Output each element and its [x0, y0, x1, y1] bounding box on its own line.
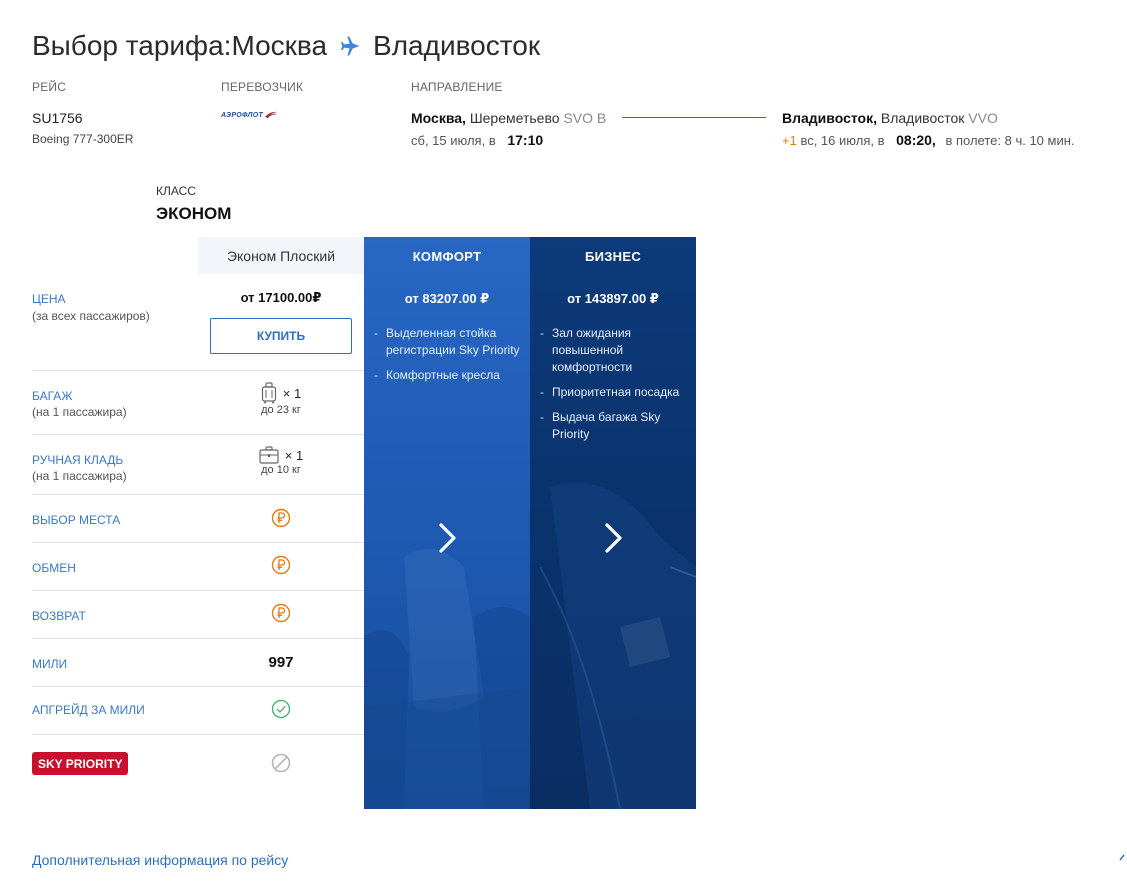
comfort-title: КОМФОРТ [412, 249, 482, 264]
title-prefix: Выбор тарифа: [32, 30, 232, 61]
departure-city-name: Москва, [411, 110, 466, 126]
feature-item: Комфортные кресла [374, 367, 524, 384]
departure-date: сб, 15 июля, в [411, 133, 496, 148]
economy-price: от 17100.00₽ [240, 290, 322, 305]
tariff-economy-flat-header: Эконом Плоский [198, 237, 364, 274]
arrival-date: вс, 16 июля, в [800, 133, 885, 148]
departure-airport: Шереметьево [469, 110, 560, 126]
sky-priority-value [198, 753, 364, 778]
arrival-time: 08:20, [896, 132, 936, 148]
departure-time: 17:10 [507, 132, 544, 148]
row-divider [32, 686, 364, 687]
business-price: от 143897.00 ₽ [567, 291, 659, 306]
comfort-price: от 83207.00 ₽ [404, 291, 490, 306]
upgrade-label: АПГРЕЙД ЗА МИЛИ [32, 703, 145, 717]
arrival-airport: Владивосток [880, 110, 965, 126]
departure-city: Москва, Шереметьево SVO B [411, 110, 606, 126]
comfort-features: Выделенная стойка регистрации Sky Priori… [374, 325, 524, 392]
comfort-tariff-panel[interactable]: КОМФОРТ от 83207.00 ₽ Выделенная стойка … [364, 237, 530, 809]
route-line [622, 117, 766, 118]
paid-ruble-icon [271, 603, 291, 623]
arrival-city: Владивосток, Владивосток VVO [782, 110, 998, 126]
briefcase-icon [259, 446, 279, 464]
baggage-label: БАГАЖ [32, 389, 73, 403]
row-divider [32, 734, 364, 735]
business-features: Зал ожидания повышенной комфортности При… [540, 325, 690, 451]
class-label: КЛАСС [156, 184, 196, 198]
paid-ruble-icon [271, 508, 291, 528]
feature-item: Приоритетная посадка [540, 384, 690, 401]
aircraft-type: Boeing 777-300ER [32, 132, 134, 146]
direction-column-label: НАПРАВЛЕНИЕ [411, 80, 503, 94]
carrier-column-label: ПЕРЕВОЗЧИК [221, 80, 304, 94]
business-title: БИЗНЕС [584, 249, 642, 264]
arrival-datetime: +1 вс, 16 июля, в 08:20, в полете: 8 ч. … [782, 132, 1075, 148]
destination-city: Владивосток [373, 30, 541, 61]
seat-selection-label: ВЫБОР МЕСТА [32, 513, 121, 527]
chevron-up-icon[interactable] [1118, 852, 1127, 866]
row-divider [32, 542, 364, 543]
page-title: Выбор тарифа: Москва Владивосток [32, 30, 540, 62]
paid-ruble-icon [271, 555, 291, 575]
check-circle-icon [271, 699, 291, 719]
row-divider [32, 434, 364, 435]
carryon-limit: до 10 кг [261, 464, 301, 476]
flight-info: РЕЙС ПЕРЕВОЗЧИК НАПРАВЛЕНИЕ SU1756 Boein… [32, 80, 1122, 155]
carryon-label: РУЧНАЯ КЛАДЬ [32, 453, 124, 467]
buy-button[interactable]: КУПИТЬ [210, 318, 352, 354]
chevron-right-icon[interactable] [598, 521, 628, 555]
origin-city: Москва [231, 30, 328, 61]
flight-column-label: РЕЙС [32, 80, 67, 94]
miles-label: МИЛИ [32, 657, 68, 671]
chevron-right-icon[interactable] [432, 521, 462, 555]
exchange-label: ОБМЕН [32, 561, 76, 575]
carryon-sublabel: (на 1 пассажира) [32, 469, 127, 483]
carrier-logo-text: АЭРОФЛОТ [221, 111, 264, 119]
row-divider [32, 494, 364, 495]
arrival-code: VVO [968, 110, 998, 126]
departure-code: SVO B [563, 110, 607, 126]
carrier-logo: АЭРОФЛОТ [221, 111, 278, 119]
refund-label: ВОЗВРАТ [32, 609, 86, 623]
flight-number: SU1756 [32, 110, 83, 126]
more-flight-info-link[interactable]: Дополнительная информация по рейсу [32, 852, 288, 868]
upgrade-value [198, 699, 364, 724]
feature-item: Выдача багажа Sky Priority [540, 409, 690, 443]
row-divider [32, 638, 364, 639]
baggage-amount: × 1 [282, 385, 302, 401]
row-divider [32, 590, 364, 591]
suitcase-icon [261, 382, 276, 404]
flight-duration: в полете: 8 ч. 10 мин. [945, 133, 1075, 148]
class-name: ЭКОНОМ [156, 204, 232, 223]
row-divider [32, 370, 364, 371]
seat-selection-value [198, 508, 364, 533]
day-offset: +1 [782, 133, 797, 148]
carryon-allowance: × 1 до 10 кг [198, 446, 364, 476]
refund-value [198, 603, 364, 628]
baggage-limit: до 23 кг [261, 404, 301, 416]
baggage-sublabel: (на 1 пассажира) [32, 405, 127, 419]
feature-item: Зал ожидания повышенной комфортности [540, 325, 690, 376]
baggage-allowance: × 1 до 23 кг [198, 382, 364, 416]
plane-icon [339, 34, 363, 58]
exchange-value [198, 555, 364, 580]
unavailable-icon [271, 753, 291, 773]
carryon-amount: × 1 [284, 447, 304, 463]
price-sublabel: (за всех пассажиров) [32, 309, 150, 323]
departure-datetime: сб, 15 июля, в 17:10 [411, 132, 543, 148]
feature-item: Выделенная стойка регистрации Sky Priori… [374, 325, 524, 359]
price-label: ЦЕНА [32, 292, 66, 306]
arrival-city-name: Владивосток, [782, 110, 877, 126]
business-tariff-panel[interactable]: БИЗНЕС от 143897.00 ₽ Зал ожидания повыш… [530, 237, 696, 809]
miles-value: 997 [268, 654, 294, 671]
sky-priority-badge: SKY PRIORITY [32, 752, 129, 775]
carrier-wing-icon [265, 111, 278, 119]
